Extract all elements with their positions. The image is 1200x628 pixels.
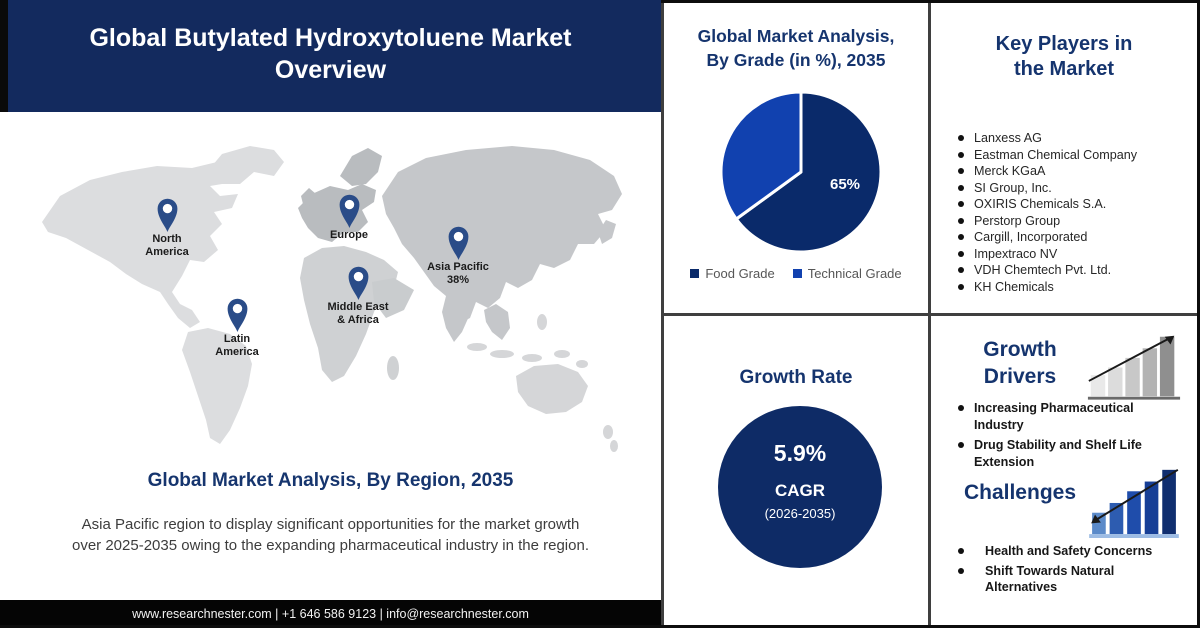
page-title-line1: Global Butylated Hydroxytoluene Market: [89, 24, 572, 52]
pin-label-middle-east-africa: Middle East & Africa: [327, 301, 389, 326]
cagr-value: 5.9%: [773, 440, 827, 466]
key-player-item: SI Group, Inc.: [956, 180, 1191, 197]
pin-label-asia-pacific: Asia Pacific 38%: [427, 261, 489, 286]
key-player-item: Merck KGaA: [956, 163, 1191, 180]
grade-pie-chart: 65%: [719, 90, 883, 254]
page-title-line2: Overview: [274, 56, 387, 84]
map-pin-asia-pacific: Asia Pacific 38%: [410, 224, 506, 287]
growth-rate-title: Growth Rate: [739, 367, 853, 388]
key-player-item: KH Chemicals: [956, 279, 1191, 296]
location-pin-icon: [227, 298, 247, 332]
top-edge: [661, 0, 1200, 3]
key-player-item: Perstorp Group: [956, 213, 1191, 230]
growth-rate-circle: 5.9% CAGR (2026-2035): [718, 406, 882, 568]
location-pin-icon: [157, 198, 177, 232]
key-player-item: VDH Chemtech Pvt. Ltd.: [956, 262, 1191, 279]
legend-swatch-food-grade: [690, 269, 700, 278]
challenge-item: Shift Towards Natural Alternatives: [956, 563, 1156, 596]
pin-label-europe: Europe: [330, 229, 368, 241]
footer-contact-bar: www.researchnester.com | +1 646 586 9123…: [0, 600, 661, 628]
key-player-item: Cargill, Incorporated: [956, 229, 1191, 246]
region-analysis-heading: Global Market Analysis, By Region, 2035: [147, 470, 514, 491]
pie-chart-title: Global Market Analysis, By Grade (in %),…: [697, 26, 895, 70]
pin-label-latin-america: Latin America: [215, 333, 259, 358]
challenges-list: Health and Safety Concerns Shift Towards…: [956, 543, 1156, 599]
page-title: Global Butylated Hydroxytoluene Market O…: [8, 22, 653, 86]
map-pin-europe: Europe: [301, 192, 397, 242]
cagr-period: (2026-2035): [764, 506, 836, 521]
legend-item-food-grade: Food Grade: [690, 266, 775, 281]
legend-swatch-technical-grade: [792, 269, 802, 278]
location-pin-icon: [348, 266, 368, 300]
key-player-item: Eastman Chemical Company: [956, 147, 1191, 164]
title-banner: Global Butylated Hydroxytoluene Market O…: [0, 0, 661, 112]
legend-label-technical-grade: Technical Grade: [807, 266, 902, 281]
growth-drivers-title: Growth Drivers: [983, 338, 1057, 388]
map-pin-north-america: North America: [119, 196, 215, 259]
horizontal-divider: [661, 313, 1200, 316]
pie-legend: Food Grade Technical Grade: [664, 266, 928, 281]
key-player-item: OXIRIS Chemicals S.A.: [956, 196, 1191, 213]
growth-driver-item: Increasing Pharmaceutical Industry: [956, 400, 1146, 433]
pin-label-north-america: North America: [145, 233, 189, 258]
region-analysis-description: Asia Pacific region to display significa…: [71, 516, 589, 554]
legend-item-technical-grade: Technical Grade: [792, 266, 902, 281]
rising-bar-chart-icon: [1087, 335, 1181, 400]
location-pin-icon: [448, 226, 468, 260]
pie-slice-label: 65%: [830, 176, 860, 193]
infographic-canvas: Global Butylated Hydroxytoluene Market O…: [0, 0, 1200, 628]
declining-arrow-bar-chart-icon: [1089, 469, 1179, 539]
challenge-item: Health and Safety Concerns: [956, 543, 1156, 560]
growth-drivers-list: Increasing Pharmaceutical Industry Drug …: [956, 400, 1146, 474]
map-pin-latin-america: Latin America: [189, 296, 285, 359]
location-pin-icon: [339, 194, 359, 228]
key-players-title: Key Players in the Market: [995, 33, 1133, 80]
legend-label-food-grade: Food Grade: [705, 266, 775, 281]
map-pin-middle-east-africa: Middle East & Africa: [310, 264, 406, 327]
key-players-list: Lanxess AG Eastman Chemical Company Merc…: [956, 130, 1191, 295]
key-player-item: Impextraco NV: [956, 246, 1191, 263]
banner-left-edge: [0, 0, 8, 112]
key-player-item: Lanxess AG: [956, 130, 1191, 147]
cagr-label: CAGR: [774, 481, 826, 500]
challenges-title: Challenges: [963, 481, 1077, 504]
